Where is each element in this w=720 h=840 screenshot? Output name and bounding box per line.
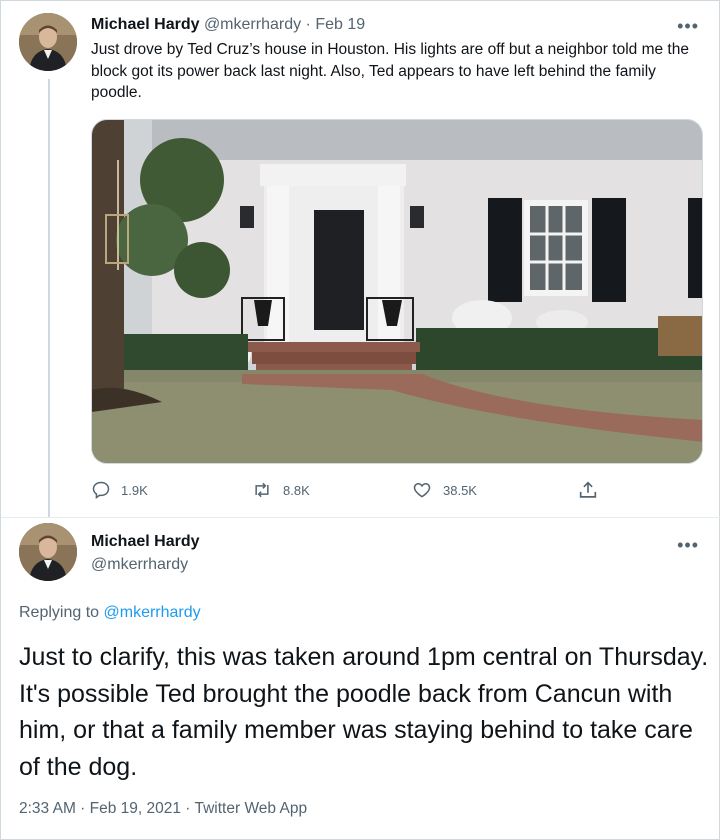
reply-avatar[interactable]: [19, 523, 77, 581]
tweet-header: Michael Hardy @mkerrhardy · Feb 19: [91, 15, 365, 35]
tweet-text: Just drove by Ted Cruz’s house in Housto…: [91, 41, 689, 101]
tweet-timestamp[interactable]: 2:33 AM · Feb 19, 2021 · Twitter Web App: [19, 799, 307, 819]
replying-to-prefix: Replying to: [19, 604, 104, 621]
tweet-photo[interactable]: [91, 119, 703, 464]
reply-more-options-button[interactable]: •••: [677, 536, 699, 554]
reply-author-name[interactable]: Michael Hardy: [91, 532, 199, 552]
avatar[interactable]: [19, 13, 77, 71]
retweet-arrows-icon: [255, 482, 269, 498]
speech-bubble-icon: [92, 481, 110, 499]
reply-count: 1.9K: [121, 482, 148, 498]
replying-to: Replying to @mkerrhardy: [19, 603, 201, 623]
like-action[interactable]: 38.5K: [411, 479, 477, 501]
reply-author-handle[interactable]: @mkerrhardy: [91, 555, 188, 575]
share-action[interactable]: [577, 479, 599, 501]
avatar-image: [19, 523, 77, 581]
more-options-button[interactable]: •••: [677, 17, 699, 35]
share-upload-icon: [579, 481, 597, 498]
avatar-image: [19, 13, 77, 71]
header-separator: ·: [301, 16, 316, 33]
thread-connector-line: [48, 79, 50, 517]
author-handle[interactable]: @mkerrhardy: [204, 16, 301, 33]
replying-to-link[interactable]: @mkerrhardy: [104, 604, 201, 621]
tweet-thread: Michael Hardy @mkerrhardy · Feb 19 ••• J…: [0, 0, 720, 840]
tweet-date[interactable]: Feb 19: [315, 16, 365, 33]
retweet-action[interactable]: 8.8K: [251, 479, 310, 501]
reply-tweet-text: Just to clarify, this was taken around 1…: [19, 643, 709, 781]
house-photo-image: [92, 120, 702, 463]
heart-outline-icon: [413, 482, 431, 498]
like-count: 38.5K: [443, 482, 477, 498]
tweet-divider: [1, 517, 720, 518]
author-name[interactable]: Michael Hardy: [91, 16, 199, 33]
reply-action[interactable]: 1.9K: [91, 479, 148, 501]
retweet-count: 8.8K: [283, 482, 310, 498]
tweet-actions: 1.9K 8.8K 38.5K: [91, 479, 611, 501]
